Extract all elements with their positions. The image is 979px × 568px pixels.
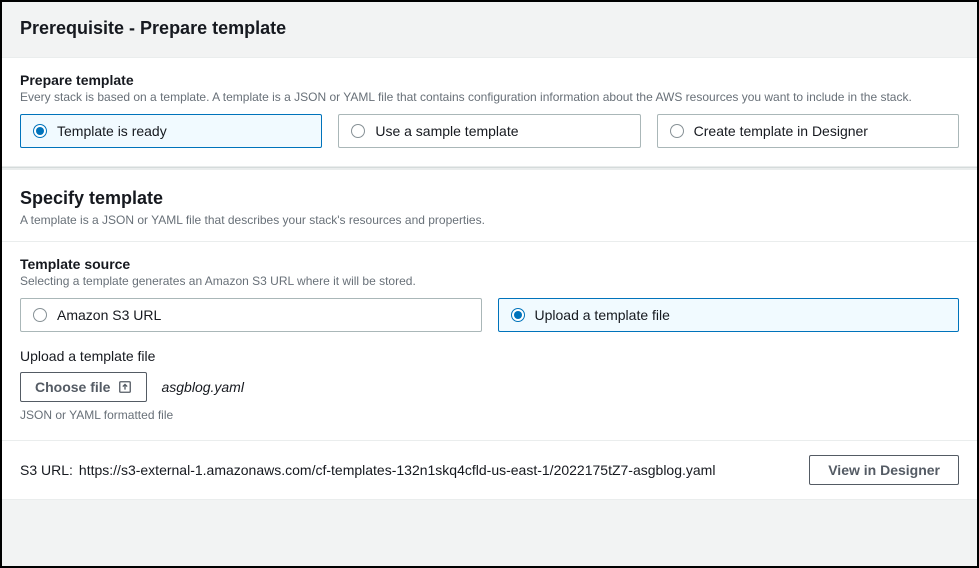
upload-icon — [118, 380, 132, 394]
radio-icon — [670, 124, 684, 138]
template-source-options: Amazon S3 URL Upload a template file — [20, 298, 959, 332]
page-title: Prerequisite - Prepare template — [2, 2, 977, 57]
option-label: Use a sample template — [375, 123, 518, 139]
option-template-ready[interactable]: Template is ready — [20, 114, 322, 148]
option-s3-url[interactable]: Amazon S3 URL — [20, 298, 482, 332]
specify-template-title: Specify template — [20, 188, 959, 209]
radio-icon — [33, 124, 47, 138]
upload-file-label: Upload a template file — [20, 348, 959, 364]
option-label: Upload a template file — [535, 307, 670, 323]
template-source-description: Selecting a template generates an Amazon… — [20, 274, 959, 288]
s3-url-display: S3 URL: https://s3-external-1.amazonaws.… — [20, 462, 715, 478]
choose-file-label: Choose file — [35, 379, 110, 395]
option-label: Create template in Designer — [694, 123, 868, 139]
uploaded-filename: asgblog.yaml — [161, 379, 244, 395]
choose-file-button[interactable]: Choose file — [20, 372, 147, 402]
radio-icon — [511, 308, 525, 322]
prepare-template-title: Prepare template — [20, 72, 959, 88]
prepare-template-options: Template is ready Use a sample template … — [20, 114, 959, 148]
s3-url-value: https://s3-external-1.amazonaws.com/cf-t… — [79, 462, 716, 478]
prepare-template-description: Every stack is based on a template. A te… — [20, 90, 959, 104]
option-label: Template is ready — [57, 123, 167, 139]
radio-icon — [33, 308, 47, 322]
view-in-designer-button[interactable]: View in Designer — [809, 455, 959, 485]
option-create-in-designer[interactable]: Create template in Designer — [657, 114, 959, 148]
specify-template-description: A template is a JSON or YAML file that d… — [20, 213, 959, 227]
option-upload-file[interactable]: Upload a template file — [498, 298, 960, 332]
template-source-title: Template source — [20, 256, 959, 272]
footer-row: S3 URL: https://s3-external-1.amazonaws.… — [2, 440, 977, 499]
radio-icon — [351, 124, 365, 138]
option-sample-template[interactable]: Use a sample template — [338, 114, 640, 148]
s3-url-label: S3 URL: — [20, 462, 73, 478]
option-label: Amazon S3 URL — [57, 307, 161, 323]
upload-hint: JSON or YAML formatted file — [20, 408, 959, 422]
